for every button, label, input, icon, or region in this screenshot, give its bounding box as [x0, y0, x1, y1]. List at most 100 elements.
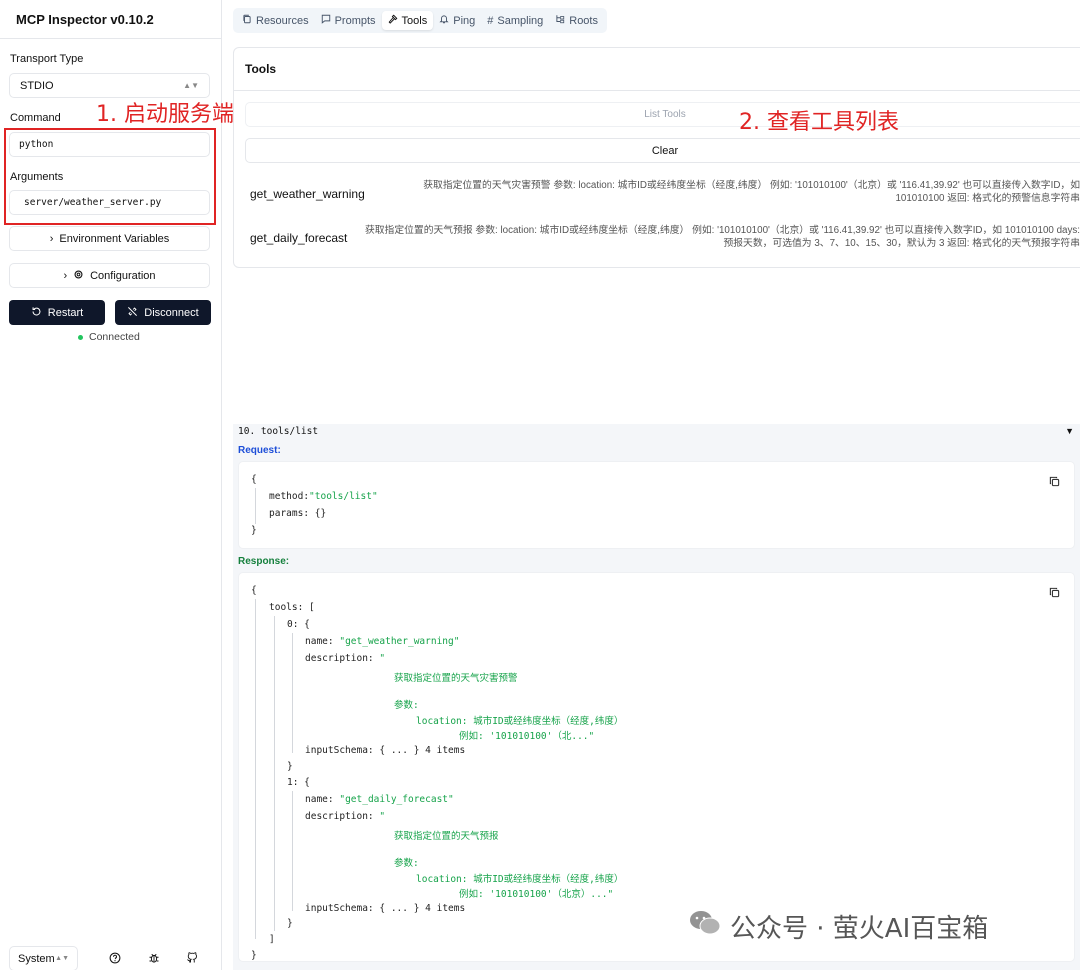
unplug-icon [127, 306, 138, 320]
environment-variables-button[interactable]: › Environment Variables [9, 226, 210, 251]
transport-type-label: Transport Type [10, 53, 84, 65]
tool-name: get_weather_warning [250, 187, 365, 201]
json-brace: } [251, 525, 257, 536]
theme-value: System [18, 952, 55, 965]
json-value: "get_daily_forecast" [339, 794, 454, 805]
request-label: Request: [238, 445, 281, 456]
tool-description-line: 获取指定位置的天气预报 参数: location: 城市ID或经纬度坐标（经度,… [364, 225, 1080, 236]
json-line: method:"tools/list" [269, 491, 378, 502]
json-string-line: 获取指定位置的天气预报 [394, 831, 499, 842]
history-panel: 10. tools/list ▼ Request: { method:"tool… [233, 424, 1080, 970]
json-value: " [379, 653, 386, 664]
json-value[interactable]: { ... } [379, 903, 419, 914]
indent-guide [292, 633, 293, 753]
json-value: "tools/list" [309, 491, 378, 502]
tab-roots-label: Roots [569, 14, 598, 27]
tab-prompts[interactable]: Prompts [315, 11, 382, 30]
chevron-right-icon: › [49, 232, 54, 245]
json-value[interactable]: { ... } [379, 745, 419, 756]
json-brace: } [287, 918, 293, 929]
json-brace: } [287, 761, 293, 772]
status-dot-icon [78, 334, 83, 340]
tool-description-line: 获取指定位置的天气灾害预警 参数: location: 城市ID或经纬度坐标（经… [423, 180, 1080, 191]
tab-ping-label: Ping [453, 14, 476, 27]
tab-sampling[interactable]: # Sampling [481, 11, 549, 30]
tab-resources-label: Resources [256, 14, 309, 27]
annotation-step2: 2. 查看工具列表 [739, 110, 899, 135]
collapse-triangle-icon[interactable]: ▼ [1065, 426, 1074, 436]
tool-item[interactable]: get_weather_warning 获取指定位置的天气灾害预警 参数: lo… [234, 176, 1080, 212]
rotate-ccw-icon [31, 306, 42, 320]
watermark-text: 公众号 · 萤火AI百宝箱 [730, 914, 989, 944]
tool-description: 获取指定位置的天气预报 参数: location: 城市ID或经纬度坐标（经度,… [348, 224, 1080, 250]
tools-panel: Tools List Tools Clear get_weather_warni… [233, 47, 1080, 268]
theme-select[interactable]: System ▲▼ [9, 946, 78, 970]
copy-icon[interactable] [1049, 476, 1060, 487]
tab-roots[interactable]: Roots [549, 11, 604, 30]
annotation-box [4, 128, 216, 225]
disconnect-button[interactable]: Disconnect [115, 300, 211, 325]
status-text: Connected [89, 331, 140, 343]
json-line: name: "get_weather_warning" [305, 636, 459, 647]
tools-panel-title: Tools [234, 48, 1080, 91]
json-line: inputSchema: { ... } 4 items [305, 745, 465, 756]
history-entry-title[interactable]: 10. tools/list [238, 426, 318, 437]
tab-ping[interactable]: Ping [433, 11, 481, 30]
response-label: Response: [238, 556, 290, 567]
json-value: {} [314, 508, 327, 519]
tool-description: 获取指定位置的天气灾害预警 参数: location: 城市ID或经纬度坐标（经… [398, 179, 1080, 205]
tab-prompts-label: Prompts [334, 14, 376, 27]
indent-guide [255, 488, 256, 524]
json-key: name: [305, 636, 334, 647]
json-string-line: 例如: '101010100'（北京）..." [459, 889, 614, 900]
json-key: 1: { [287, 777, 310, 788]
bug-icon[interactable] [146, 950, 162, 966]
json-brace: } [251, 950, 257, 961]
json-key: method: [269, 491, 310, 502]
sidebar: MCP Inspector v0.10.2 Transport Type STD… [0, 0, 234, 970]
environment-variables-label: Environment Variables [59, 232, 170, 245]
help-icon[interactable] [107, 950, 123, 966]
wechat-icon [688, 909, 722, 944]
configuration-label: Configuration [90, 269, 156, 282]
json-count: 4 items [425, 903, 466, 914]
hash-icon: # [487, 14, 494, 27]
json-string-line: 参数: [394, 858, 419, 869]
tab-resources[interactable]: Resources [236, 11, 315, 30]
json-string-line: location: 城市ID或经纬度坐标（经度,纬度） [416, 874, 624, 885]
json-count: 4 items [425, 745, 466, 756]
tool-description-line: 101010100 返回: 格式化的预警信息字符串 [895, 193, 1080, 204]
indent-guide [292, 791, 293, 911]
chevron-updown-icon: ▲▼ [55, 955, 69, 962]
tool-name: get_daily_forecast [250, 231, 348, 245]
list-tools-button[interactable]: List Tools [245, 102, 1080, 127]
copy-icon[interactable] [1049, 587, 1060, 598]
request-json: { method:"tools/list" params: {} } [238, 461, 1075, 549]
github-icon[interactable] [184, 950, 200, 966]
folder-tree-icon [555, 14, 565, 27]
json-string-line: 例如: '101010100'（北..." [459, 731, 595, 742]
transport-type-value: STDIO [20, 79, 54, 92]
tab-tools-label: Tools [401, 14, 428, 27]
transport-type-select[interactable]: STDIO ▲▼ [9, 73, 210, 98]
response-json: { tools: [ 0: { name: "get_weather_warni… [238, 572, 1075, 962]
hammer-icon [388, 14, 398, 27]
tool-item[interactable]: get_daily_forecast 获取指定位置的天气预报 参数: locat… [234, 220, 1080, 256]
tab-tools[interactable]: Tools [381, 11, 434, 30]
chevron-right-icon: › [63, 269, 68, 282]
restart-label: Restart [47, 306, 84, 319]
copy-icon [242, 14, 252, 27]
json-line: params: {} [269, 508, 326, 519]
json-value: "get_weather_warning" [339, 636, 460, 647]
json-key: name: [305, 794, 334, 805]
clear-button[interactable]: Clear [245, 138, 1080, 163]
json-line: description: " [305, 653, 385, 664]
json-key: inputSchema: [305, 745, 374, 756]
restart-button[interactable]: Restart [9, 300, 105, 325]
indent-guide [255, 599, 256, 939]
configuration-button[interactable]: › Configuration [9, 263, 210, 288]
json-line: name: "get_daily_forecast" [305, 794, 454, 805]
app-title: MCP Inspector v0.10.2 [0, 0, 221, 39]
connection-status: Connected [78, 331, 140, 343]
chevron-updown-icon: ▲▼ [183, 81, 199, 90]
